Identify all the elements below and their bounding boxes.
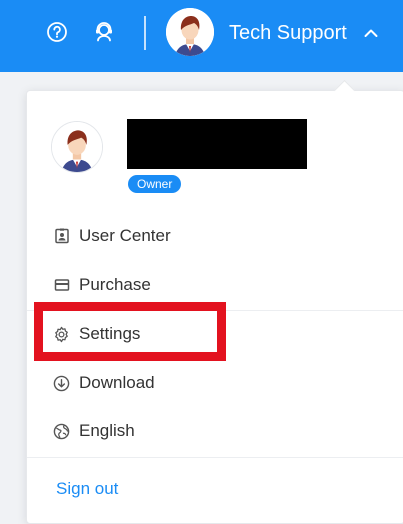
menu-item-user-center[interactable]: User Center — [27, 216, 403, 256]
question-circle-icon[interactable] — [45, 20, 69, 44]
download-icon — [53, 375, 70, 392]
settings-highlight-box — [34, 302, 226, 361]
role-badge: Owner — [128, 175, 182, 193]
menu-item-download[interactable]: Download — [27, 363, 403, 403]
card-icon — [53, 277, 70, 294]
avatar[interactable] — [166, 8, 214, 56]
menu-separator — [27, 457, 403, 458]
menu-item-purchase[interactable]: Purchase — [27, 265, 403, 305]
sign-out-link[interactable]: Sign out — [56, 479, 118, 499]
top-navbar: Tech Support — [0, 0, 403, 72]
globe-icon — [53, 423, 70, 440]
menu-item-language[interactable]: English — [27, 411, 403, 451]
menu-item-label: Purchase — [79, 275, 151, 294]
chevron-up-icon[interactable] — [362, 24, 380, 42]
menu-item-label: Download — [79, 373, 155, 392]
menu-item-label: English — [79, 421, 135, 440]
id-badge-icon — [53, 228, 70, 245]
headset-icon[interactable] — [92, 20, 116, 44]
profile-avatar — [51, 121, 103, 173]
dropdown-arrow — [333, 79, 356, 102]
user-name[interactable]: Tech Support — [229, 20, 347, 46]
header-divider — [144, 16, 146, 50]
redacted-user-name — [127, 119, 307, 169]
menu-item-label: User Center — [79, 226, 171, 245]
